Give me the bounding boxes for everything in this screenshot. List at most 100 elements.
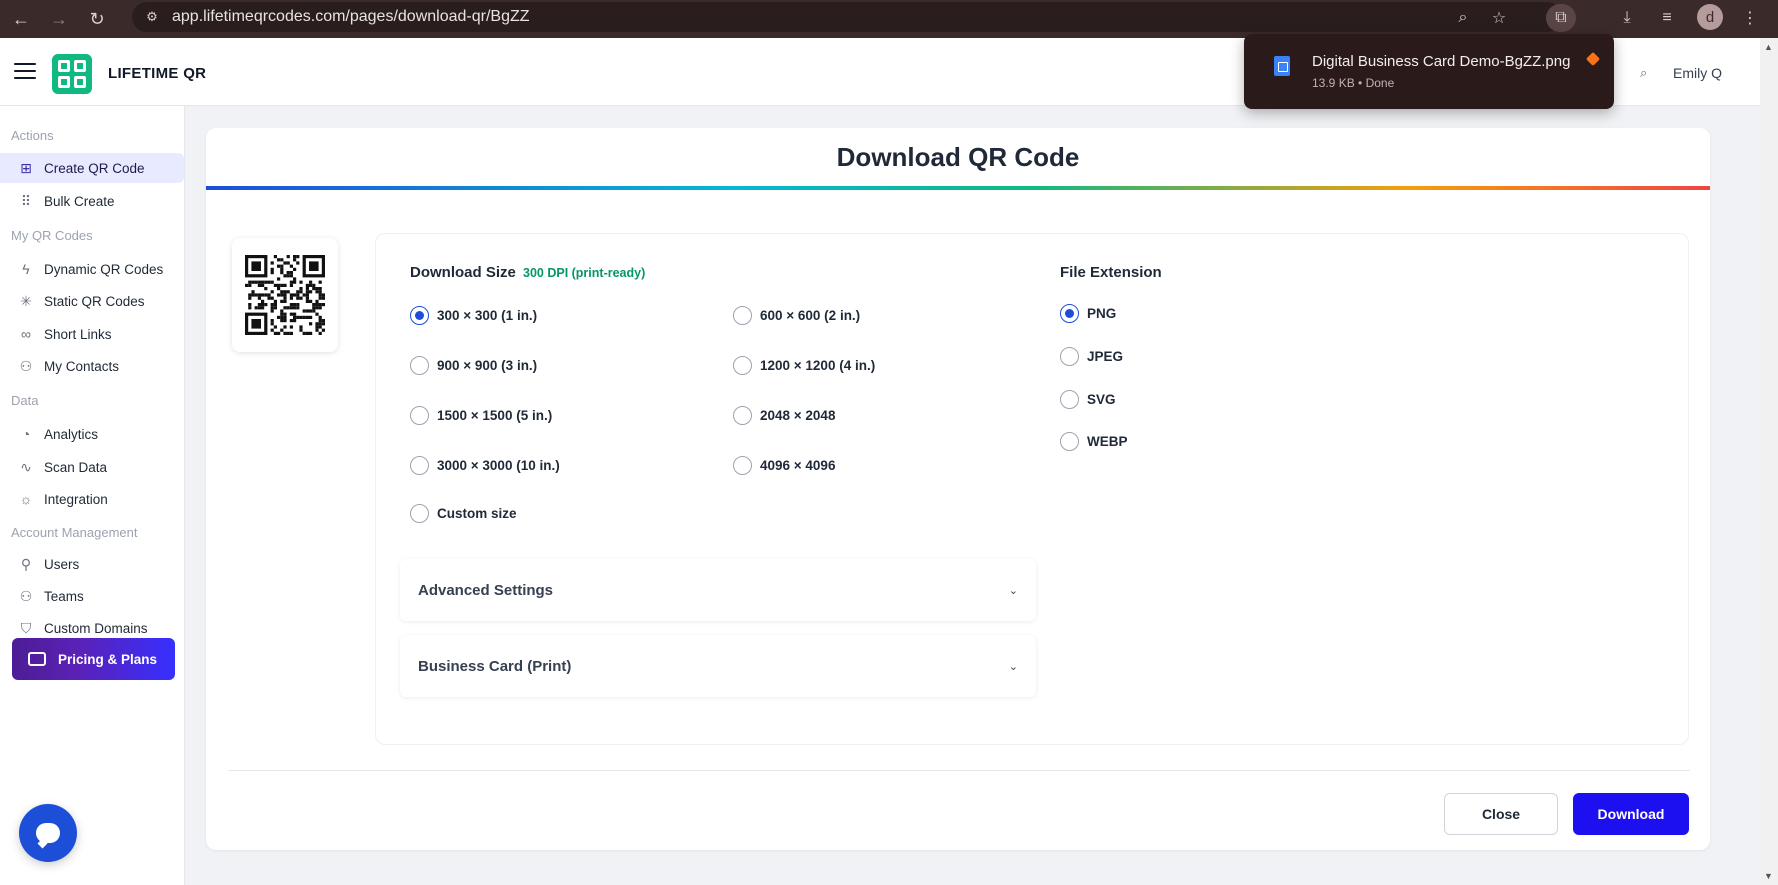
qr-code-preview (232, 238, 338, 352)
scroll-up-icon[interactable]: ▲ (1764, 42, 1773, 52)
sidebar-section-account-management: Account Management (11, 525, 138, 540)
team-icon: ⚇ (19, 587, 33, 604)
size-option-1200[interactable]: 1200 × 1200 (4 in.) (733, 356, 875, 375)
contacts-icon: ⚇ (19, 357, 33, 374)
sidebar-item-create-qr-code[interactable]: ⊞ Create QR Code (0, 153, 184, 183)
search-icon[interactable]: ⌕ (1640, 65, 1647, 81)
file-extension-label: File Extension (1060, 264, 1162, 281)
size-label: 1500 × 1500 (5 in.) (437, 408, 553, 423)
extension-label: SVG (1087, 392, 1116, 407)
profile-avatar[interactable]: d (1697, 4, 1723, 30)
sidebar-section-data: Data (11, 393, 39, 408)
back-icon[interactable]: ← (4, 4, 38, 34)
radio-icon (410, 406, 429, 425)
sidebar-item-label: Bulk Create (44, 193, 115, 209)
radio-icon (410, 456, 429, 475)
scrollbar[interactable]: ▲ ▼ (1760, 38, 1778, 885)
lightning-icon: ϟ (22, 261, 30, 277)
sidebar-item-label: Users (44, 556, 80, 572)
browser-toolbar: ← → ↻ ⚙ app.lifetimeqrcodes.com/pages/do… (0, 0, 1778, 38)
sidebar-item-short-links[interactable]: ∞ Short Links (0, 319, 185, 349)
browser-menu-icon[interactable]: ⋮ (1735, 4, 1765, 32)
forward-icon[interactable]: → (42, 4, 76, 34)
size-option-300[interactable]: 300 × 300 (1 in.) (410, 306, 537, 325)
accordion-label: Business Card (Print) (418, 657, 572, 675)
size-label: 600 × 600 (2 in.) (760, 308, 861, 323)
url-text: app.lifetimeqrcodes.com/pages/download-q… (172, 8, 530, 25)
bookmark-star-icon[interactable]: ☆ (1488, 7, 1510, 29)
credit-card-icon (28, 652, 46, 666)
sidebar-item-static-qr-codes[interactable]: ✳ Static QR Codes (0, 286, 185, 316)
site-info-icon[interactable]: ⚙ (142, 7, 162, 27)
extension-option-jpeg[interactable]: JPEG (1060, 347, 1123, 366)
business-card-accordion[interactable]: Business Card (Print) ⌄ (400, 635, 1036, 697)
radio-icon (410, 504, 429, 523)
media-control-icon[interactable]: ≡ (1652, 4, 1682, 32)
gradient-divider (206, 186, 1710, 190)
sidebar: Actions ⊞ Create QR Code ⠿ Bulk Create M… (0, 106, 185, 885)
extensions-icon[interactable]: ⧉ (1546, 4, 1576, 32)
sidebar-item-dynamic-qr-codes[interactable]: ϟ Dynamic QR Codes (0, 254, 185, 284)
radio-icon (733, 356, 752, 375)
extension-label: WEBP (1087, 434, 1128, 449)
sidebar-item-label: Short Links (44, 326, 112, 342)
extension-label: JPEG (1087, 349, 1124, 364)
download-file-name[interactable]: Digital Business Card Demo-BgZZ.png (1312, 53, 1570, 70)
size-option-1500[interactable]: 1500 × 1500 (5 in.) (410, 406, 552, 425)
radio-icon (410, 306, 429, 325)
size-label: Custom size (437, 506, 517, 521)
extension-label: PNG (1087, 306, 1117, 321)
activity-icon: ∿ (20, 458, 32, 475)
download-card: Download QR Code Download Size 300 DPI (… (206, 128, 1710, 850)
size-option-600[interactable]: 600 × 600 (2 in.) (733, 306, 860, 325)
chat-button[interactable] (19, 804, 77, 862)
radio-icon (733, 456, 752, 475)
options-panel: Download Size 300 DPI (print-ready) 300 … (375, 233, 1689, 745)
sidebar-item-label: Analytics (44, 426, 99, 442)
size-option-2048[interactable]: 2048 × 2048 (733, 406, 835, 425)
download-badge-icon (1585, 51, 1601, 67)
sidebar-item-analytics[interactable]: ◔ Analytics (0, 419, 185, 449)
download-button[interactable]: Download (1573, 793, 1689, 835)
sidebar-item-bulk-create[interactable]: ⠿ Bulk Create (0, 186, 185, 216)
sidebar-item-scan-data[interactable]: ∿ Scan Data (0, 452, 185, 482)
extension-option-svg[interactable]: SVG (1060, 390, 1116, 409)
sidebar-item-label: Custom Domains (44, 620, 148, 636)
sidebar-item-label: Create QR Code (44, 160, 145, 176)
sidebar-item-teams[interactable]: ⚇ Teams (0, 581, 185, 611)
size-label: 1200 × 1200 (4 in.) (760, 358, 876, 373)
zoom-icon[interactable]: ⌕ (1452, 7, 1474, 29)
plus-square-icon: ⊞ (20, 159, 32, 176)
chevron-down-icon: ⌄ (1008, 660, 1018, 673)
advanced-settings-accordion[interactable]: Advanced Settings ⌄ (400, 559, 1036, 621)
atom-icon: ✳ (20, 292, 32, 309)
size-option-3000[interactable]: 3000 × 3000 (10 in.) (410, 456, 560, 475)
sidebar-item-users[interactable]: ⚲ Users (0, 549, 185, 579)
radio-icon (733, 306, 752, 325)
size-option-custom[interactable]: Custom size (410, 504, 517, 523)
close-button[interactable]: Close (1444, 793, 1558, 835)
scroll-down-icon[interactable]: ▼ (1764, 871, 1773, 881)
user-icon: ⚲ (20, 555, 32, 572)
address-bar[interactable]: ⚙ app.lifetimeqrcodes.com/pages/download… (132, 2, 1562, 32)
logo (52, 54, 92, 94)
size-label: 2048 × 2048 (760, 408, 836, 423)
radio-icon (1060, 347, 1079, 366)
dpi-note: 300 DPI (print-ready) (523, 266, 646, 280)
radio-icon (1060, 304, 1079, 323)
reload-icon[interactable]: ↻ (80, 4, 114, 34)
size-option-4096[interactable]: 4096 × 4096 (733, 456, 835, 475)
downloads-icon[interactable]: ⤓ (1612, 4, 1642, 32)
user-name[interactable]: Emily Q (1673, 65, 1722, 81)
extension-option-webp[interactable]: WEBP (1060, 432, 1128, 451)
extension-option-png[interactable]: PNG (1060, 304, 1116, 323)
menu-icon[interactable] (14, 63, 36, 79)
sidebar-section-my-qr-codes: My QR Codes (11, 228, 93, 243)
sidebar-item-my-contacts[interactable]: ⚇ My Contacts (0, 351, 185, 381)
pricing-plans-button[interactable]: Pricing & Plans (12, 638, 175, 680)
grid-icon: ⠿ (20, 192, 32, 209)
size-option-900[interactable]: 900 × 900 (3 in.) (410, 356, 537, 375)
sidebar-item-integration[interactable]: ☼ Integration (0, 484, 185, 514)
download-size-label: Download Size (410, 264, 516, 281)
download-bubble[interactable]: Digital Business Card Demo-BgZZ.png 13.9… (1244, 34, 1614, 109)
